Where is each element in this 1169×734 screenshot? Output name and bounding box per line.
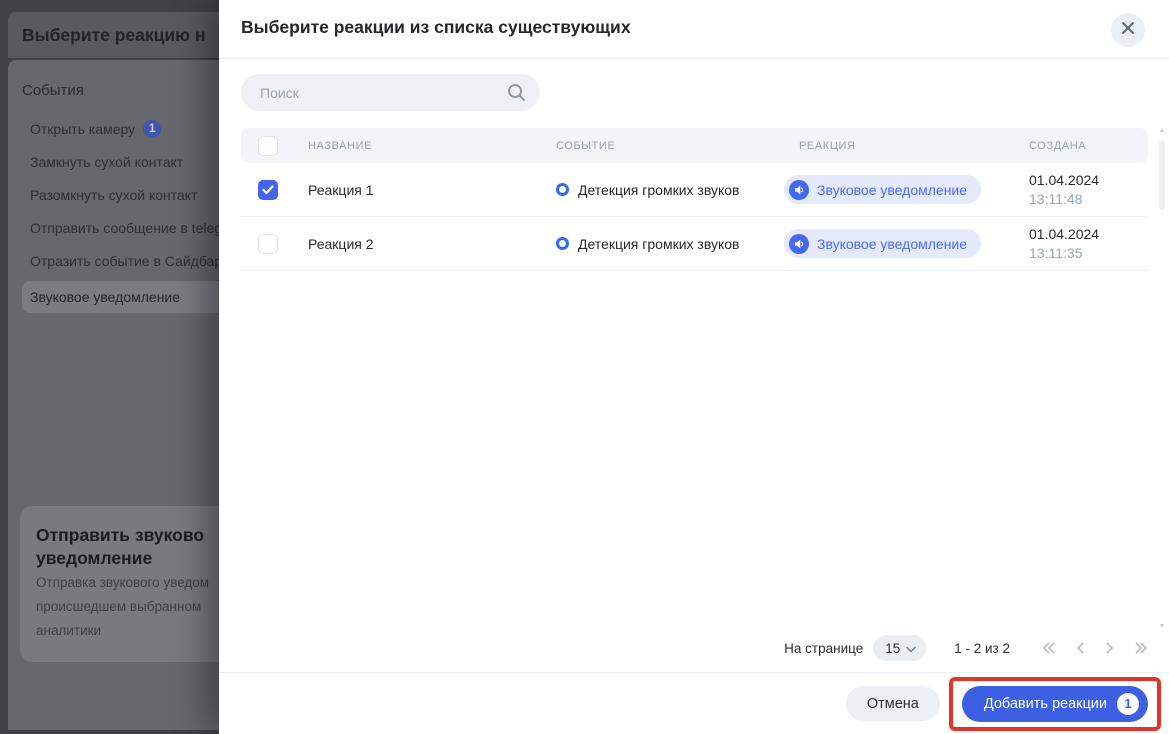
column-header-name: НАЗВАНИЕ — [308, 140, 556, 152]
table-row[interactable]: Реакция 2 Детекция громких звуков Звуков… — [241, 217, 1148, 271]
created-date: 01.04.2024 — [1029, 226, 1148, 242]
event-label: Детекция громких звуков — [578, 182, 739, 198]
search-icon — [506, 82, 527, 108]
header-divider — [219, 58, 1169, 59]
sidebar-item-label: Отправить сообщение в telegra — [30, 220, 219, 236]
row-checkbox[interactable] — [258, 180, 278, 200]
card-title: Отправить звуково уведомление — [36, 524, 219, 570]
sound-notification-icon — [789, 180, 809, 200]
pagination-range: 1 - 2 из 2 — [954, 641, 1010, 656]
close-button[interactable] — [1111, 13, 1145, 47]
reactions-table: НАЗВАНИЕ СОБЫТИЕ РЕАКЦИЯ СОЗДАНА Реакция… — [241, 128, 1148, 271]
reaction-badge: Звуковое уведомление — [784, 229, 981, 258]
reaction-badge-label: Звуковое уведомление — [817, 236, 967, 252]
selected-count-badge: 1 — [1117, 693, 1139, 715]
row-checkbox[interactable] — [258, 234, 278, 254]
reaction-badge: Звуковое уведомление — [784, 175, 981, 204]
sidebar-item-label: Разомкнуть сухой контакт — [30, 187, 198, 203]
description-card: Отправить звуково уведомление Отправка з… — [20, 506, 219, 662]
sidebar-item-label: Открыть камеру — [30, 121, 135, 137]
pagination-prev-button[interactable] — [1073, 640, 1087, 656]
card-description-line: Отправка звукового уведом — [36, 572, 219, 594]
search-field[interactable] — [241, 74, 540, 111]
per-page-select[interactable]: 15 — [873, 635, 926, 661]
column-header-created: СОЗДАНА — [1029, 140, 1148, 152]
add-reactions-button[interactable]: Добавить реакции 1 — [962, 686, 1148, 722]
sidebar-item-label: Отразить событие в Сайдбаре — [30, 253, 219, 269]
sidebar-item-close-dry-contact: Замкнуть сухой контакт — [8, 145, 219, 178]
add-reactions-label: Добавить реакции — [984, 696, 1107, 712]
sidebar-item-sound-notification: Звуковое уведомление — [22, 281, 219, 313]
reaction-name: Реакция 2 — [308, 236, 556, 252]
sidebar-item-sidebar-event: Отразить событие в Сайдбаре — [8, 244, 219, 277]
background-modal-header: Выберите реакцию н — [8, 12, 219, 58]
card-description-line: происшедшем выбранном — [36, 596, 219, 618]
event-label: Детекция громких звуков — [578, 236, 739, 252]
background-page-title: Выберите реакцию н — [22, 25, 206, 46]
sidebar-section-title: События — [22, 82, 84, 99]
sidebar-item-label: Замкнуть сухой контакт — [30, 154, 183, 170]
scrollbar[interactable]: ▲ ▼ — [1157, 126, 1167, 632]
sound-notification-icon — [789, 234, 809, 254]
background-page: Выберите реакцию н События Открыть камер… — [0, 0, 219, 734]
column-header-reaction: РЕАКЦИЯ — [784, 140, 1029, 152]
event-icon — [556, 237, 569, 250]
column-header-event: СОБЫТИЕ — [556, 140, 784, 152]
modal-title: Выберите реакции из списка существующих — [241, 17, 631, 38]
card-title-line1: Отправить звуково — [36, 524, 219, 547]
table-header-row: НАЗВАНИЕ СОБЫТИЕ РЕАКЦИЯ СОЗДАНА — [241, 128, 1148, 163]
per-page-label: На странице — [784, 641, 863, 656]
per-page-value: 15 — [885, 641, 900, 656]
select-reactions-modal: Выберите реакции из списка существующих … — [219, 0, 1169, 734]
search-input[interactable] — [241, 74, 540, 111]
pagination-bar: На странице 15 1 - 2 из 2 — [784, 633, 1150, 663]
pagination-first-button[interactable] — [1040, 640, 1057, 656]
pagination-next-button[interactable] — [1103, 640, 1117, 656]
sidebar-item-label: Звуковое уведомление — [30, 289, 180, 305]
created-time: 13:11:35 — [1029, 245, 1148, 261]
sidebar-item-open-dry-contact: Разомкнуть сухой контакт — [8, 178, 219, 211]
sidebar-item-telegram-message: Отправить сообщение в telegra — [8, 211, 219, 244]
close-icon — [1121, 21, 1135, 40]
annotation-highlight: Добавить реакции 1 — [949, 677, 1161, 731]
count-badge: 1 — [143, 120, 161, 138]
pagination-nav — [1040, 640, 1150, 656]
table-row[interactable]: Реакция 1 Детекция громких звуков Звуков… — [241, 163, 1148, 217]
scroll-up-icon[interactable]: ▲ — [1157, 126, 1167, 136]
scrollbar-thumb[interactable] — [1159, 140, 1165, 210]
reaction-badge-label: Звуковое уведомление — [817, 182, 967, 198]
card-description-line: аналитики — [36, 620, 219, 642]
reaction-name: Реакция 1 — [308, 182, 556, 198]
chevron-down-icon — [906, 641, 916, 656]
cancel-button[interactable]: Отмена — [846, 686, 940, 721]
select-all-checkbox[interactable] — [258, 136, 278, 156]
card-title-line2: уведомление — [36, 547, 219, 570]
created-time: 13:11:48 — [1029, 191, 1148, 207]
sidebar-menu: Открыть камеру 1 Замкнуть сухой контакт … — [8, 112, 219, 313]
created-date: 01.04.2024 — [1029, 172, 1148, 188]
background-sidebar: События Открыть камеру 1 Замкнуть сухой … — [8, 60, 219, 730]
scroll-down-icon[interactable]: ▼ — [1157, 622, 1167, 632]
sidebar-item-open-camera: Открыть камеру 1 — [8, 112, 219, 145]
event-icon — [556, 183, 569, 196]
pagination-last-button[interactable] — [1133, 640, 1150, 656]
modal-footer: Отмена Добавить реакции 1 — [219, 672, 1169, 734]
